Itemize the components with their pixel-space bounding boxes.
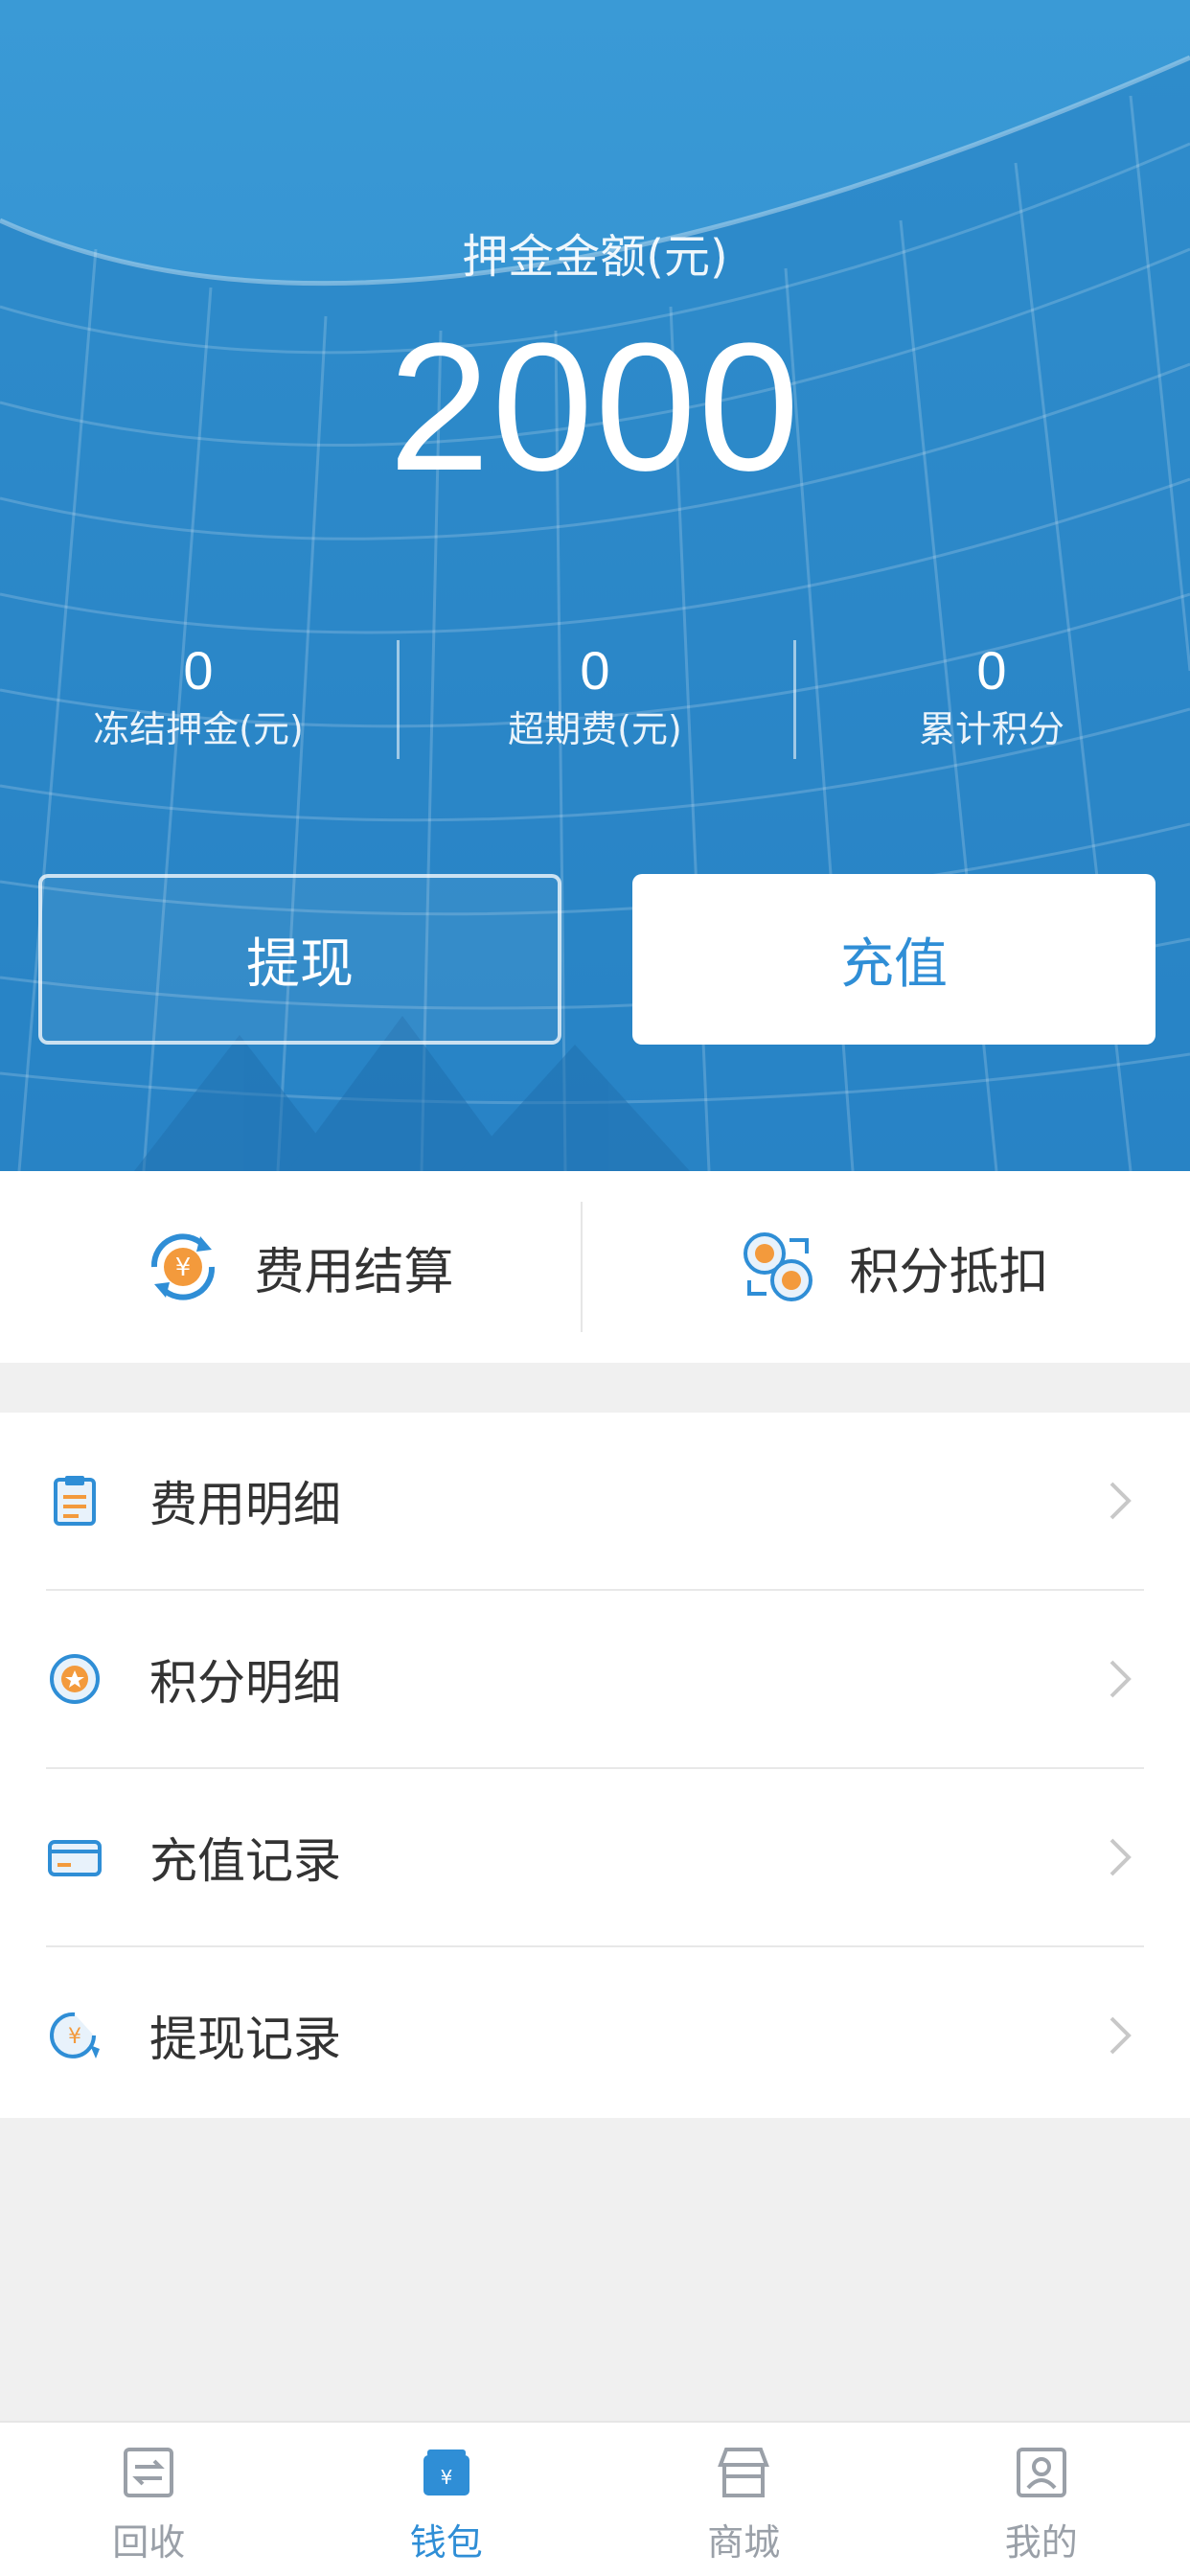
chevron-right-icon xyxy=(1110,1660,1132,1698)
deposit-amount-label: 押金金额(元) xyxy=(462,230,728,284)
stat-value: 0 xyxy=(183,640,214,701)
yuan-cycle-icon: ¥ xyxy=(151,1233,216,1300)
stat-value: 0 xyxy=(976,640,1007,701)
stat-label: 累计积分 xyxy=(918,708,1064,750)
quick-actions: ¥ 费用结算 积分抵扣 xyxy=(0,1171,1190,1363)
wallet-hero: 押金金额(元) 2000 0 冻结押金(元) 0 超期费(元) 0 累计积分 提… xyxy=(0,0,1190,1171)
menu-item-label: 充值记录 xyxy=(149,1833,341,1889)
quick-action-label: 积分抵扣 xyxy=(849,1243,1049,1301)
stat-divider xyxy=(793,640,796,759)
deposit-stats: 0 冻结押金(元) 0 超期费(元) 0 累计积分 xyxy=(0,640,1190,763)
tab-store[interactable]: 商城 xyxy=(595,2423,893,2576)
points-badge-icon xyxy=(50,1654,100,1704)
chevron-right-icon xyxy=(1110,1482,1132,1520)
svg-text:¥: ¥ xyxy=(175,1254,192,1282)
menu-item-label: 积分明细 xyxy=(149,1655,341,1711)
recharge-button[interactable]: 充值 xyxy=(632,874,1156,1045)
svg-text:¥: ¥ xyxy=(440,2466,452,2489)
yuan-return-icon: ¥ xyxy=(50,2012,100,2058)
stat-total-points: 0 累计积分 xyxy=(793,640,1190,763)
quick-action-label: 费用结算 xyxy=(254,1243,454,1301)
tab-wallet[interactable]: ¥ 钱包 xyxy=(298,2423,596,2576)
stat-divider xyxy=(397,640,400,759)
stat-label: 冻结押金(元) xyxy=(93,708,304,750)
menu-item-recharge-records[interactable]: 充值记录 xyxy=(0,1769,1190,1945)
bottom-tab-bar: 回收 ¥ 钱包 商城 我的 xyxy=(0,2421,1190,2576)
stat-overdue-fee: 0 超期费(元) xyxy=(397,640,793,763)
profile-icon xyxy=(1016,2448,1066,2497)
chevron-right-icon xyxy=(1110,1838,1132,1876)
menu-item-fee-details[interactable]: 费用明细 xyxy=(0,1413,1190,1589)
points-deduction-button[interactable]: 积分抵扣 xyxy=(595,1171,1190,1363)
menu-item-withdraw-records[interactable]: ¥ 提现记录 xyxy=(0,1947,1190,2124)
deposit-amount-value: 2000 xyxy=(388,306,802,509)
quick-divider xyxy=(581,1202,583,1332)
stat-label: 超期费(元) xyxy=(508,708,682,750)
menu-item-points-details[interactable]: 积分明细 xyxy=(0,1591,1190,1767)
tab-label: 回收 xyxy=(112,2521,186,2564)
wallet-menu: 费用明细 积分明细 充值记录 ¥ 提现记录 xyxy=(0,1413,1190,2118)
recycle-swap-icon xyxy=(124,2448,174,2497)
card-icon xyxy=(48,1840,102,1876)
tab-label: 我的 xyxy=(1004,2521,1078,2564)
tab-label: 商城 xyxy=(707,2521,781,2564)
store-icon xyxy=(718,2448,770,2497)
stat-frozen-deposit: 0 冻结押金(元) xyxy=(0,640,397,763)
withdraw-button[interactable]: 提现 xyxy=(38,874,561,1045)
menu-item-label: 提现记录 xyxy=(149,2012,341,2067)
clipboard-icon xyxy=(54,1476,96,1526)
tab-recycle[interactable]: 回收 xyxy=(0,2423,298,2576)
tab-label: 钱包 xyxy=(409,2521,483,2564)
points-exchange-icon xyxy=(744,1232,813,1301)
chevron-right-icon xyxy=(1110,2016,1132,2055)
tab-profile[interactable]: 我的 xyxy=(893,2423,1190,2576)
stat-value: 0 xyxy=(580,640,610,701)
menu-item-label: 费用明细 xyxy=(149,1477,341,1532)
svg-text:¥: ¥ xyxy=(68,2025,81,2049)
wallet-icon: ¥ xyxy=(423,2450,469,2496)
fee-settlement-button[interactable]: ¥ 费用结算 xyxy=(0,1171,595,1363)
